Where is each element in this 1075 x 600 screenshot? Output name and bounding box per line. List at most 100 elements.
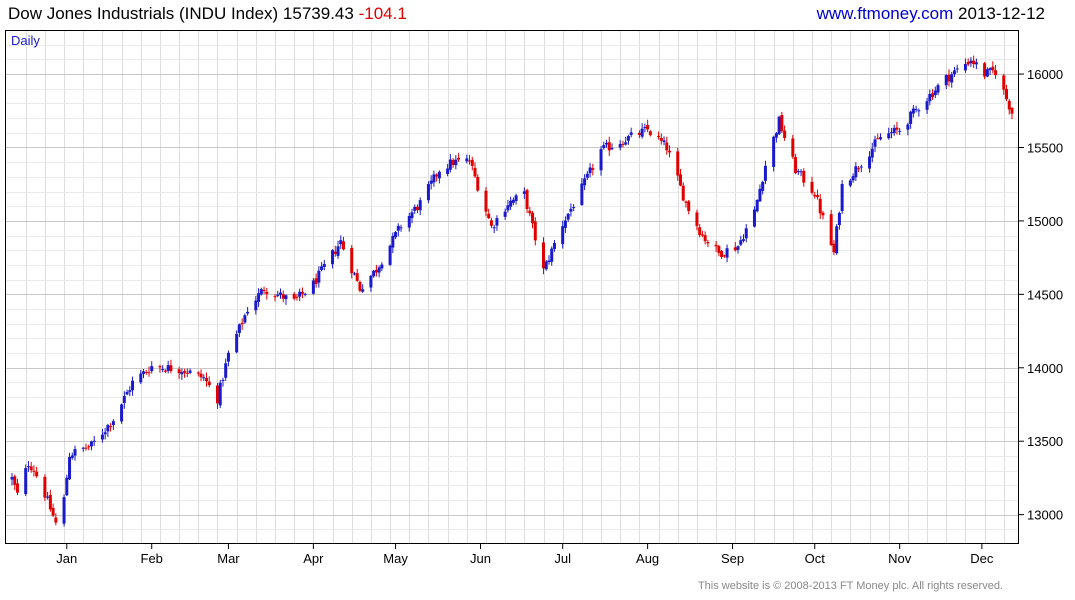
candle-up — [509, 200, 513, 207]
candle-down — [476, 176, 480, 191]
candle-down — [144, 371, 148, 373]
candle-down — [966, 62, 970, 65]
candle-up — [892, 127, 896, 134]
candle-up — [725, 248, 729, 258]
candle-down — [342, 241, 346, 250]
candle-up — [550, 248, 554, 262]
candle-down — [457, 157, 461, 160]
x-tick-label: Jul — [554, 551, 571, 566]
candle-up — [352, 273, 356, 275]
candle-up — [128, 390, 132, 392]
candle-up — [522, 191, 526, 194]
candle-down — [158, 366, 162, 368]
candle-up — [492, 227, 496, 229]
candle-up — [561, 226, 565, 245]
candle-up — [909, 111, 913, 124]
candle-down — [648, 131, 652, 136]
candle-down — [54, 517, 58, 523]
candle-down — [43, 476, 47, 498]
candle-up — [761, 181, 765, 191]
candle-up — [988, 68, 992, 70]
candle-up — [878, 137, 882, 140]
candle-down — [665, 142, 669, 151]
candle-up — [624, 142, 628, 145]
candle-up — [396, 225, 400, 231]
candle-up — [859, 166, 863, 168]
candle-up — [180, 372, 184, 375]
candle-up — [65, 477, 69, 496]
candle-up — [626, 136, 630, 141]
candle-down — [13, 476, 17, 485]
candle-up — [303, 293, 307, 295]
candle-down — [659, 137, 663, 141]
candle-down — [468, 160, 472, 162]
candle-down — [487, 213, 491, 219]
candle-down — [607, 142, 611, 151]
candle-up — [925, 101, 929, 110]
candle-down — [147, 372, 151, 374]
candle-up — [202, 377, 206, 379]
candle-down — [591, 168, 595, 170]
candle-down — [292, 293, 296, 299]
candle-up — [736, 246, 740, 250]
candle-up — [985, 69, 989, 77]
candle-down — [48, 494, 52, 510]
candle-down — [205, 378, 209, 382]
candle-down — [196, 372, 200, 374]
y-tick-label: 14000 — [1027, 361, 1063, 376]
candle-up — [418, 200, 422, 211]
candle-up — [799, 171, 803, 173]
candle-down — [300, 291, 304, 294]
candle-down — [684, 201, 688, 203]
price-chart: 13000 13500 14000 14500 15000 15500 16000 Jan Fe… — [5, 30, 1063, 566]
candle-up — [100, 434, 104, 440]
candle-down — [994, 70, 998, 76]
candle-up — [380, 264, 384, 269]
candle-down — [947, 74, 951, 82]
candle-up — [758, 188, 762, 202]
candle-up — [569, 208, 573, 212]
candle-up — [840, 184, 844, 212]
candle-up — [372, 270, 376, 277]
candle-down — [15, 483, 19, 493]
candle-down — [621, 143, 625, 145]
candle-up — [92, 440, 96, 442]
candle-up — [514, 195, 518, 202]
candle-up — [446, 168, 450, 174]
candle-up — [952, 70, 956, 75]
candle-down — [183, 371, 187, 373]
candle-up — [739, 240, 743, 245]
candle-up — [963, 63, 967, 71]
candle-up — [640, 128, 644, 137]
candle-up — [103, 432, 107, 435]
candle-down — [435, 174, 439, 177]
candle-up — [835, 226, 839, 254]
candle-down — [687, 201, 691, 211]
candle-down — [87, 446, 91, 448]
candle-up — [774, 133, 778, 138]
candle-up — [906, 124, 910, 130]
candle-down — [29, 466, 33, 471]
candle-up — [284, 295, 288, 300]
candle-down — [706, 242, 710, 244]
candle-down — [1005, 89, 1009, 100]
candle-down — [451, 159, 455, 166]
x-tick-label: Dec — [970, 551, 994, 566]
candle-up — [226, 352, 230, 362]
candle-up — [917, 110, 921, 112]
candle-down — [84, 447, 88, 449]
candle-up — [317, 270, 321, 283]
candle-up — [10, 477, 14, 480]
candle-up — [26, 466, 30, 468]
candle-up — [887, 133, 891, 139]
candle-up — [311, 280, 315, 294]
candle-up — [889, 132, 893, 134]
candle-up — [744, 228, 748, 239]
candle-down — [177, 369, 181, 374]
y-tick-label: 15000 — [1027, 214, 1063, 229]
candle-down — [240, 322, 244, 325]
candle-down — [829, 214, 833, 246]
period-label: Daily — [11, 33, 40, 48]
candle-up — [259, 289, 263, 295]
y-tick-label: 15500 — [1027, 140, 1063, 155]
